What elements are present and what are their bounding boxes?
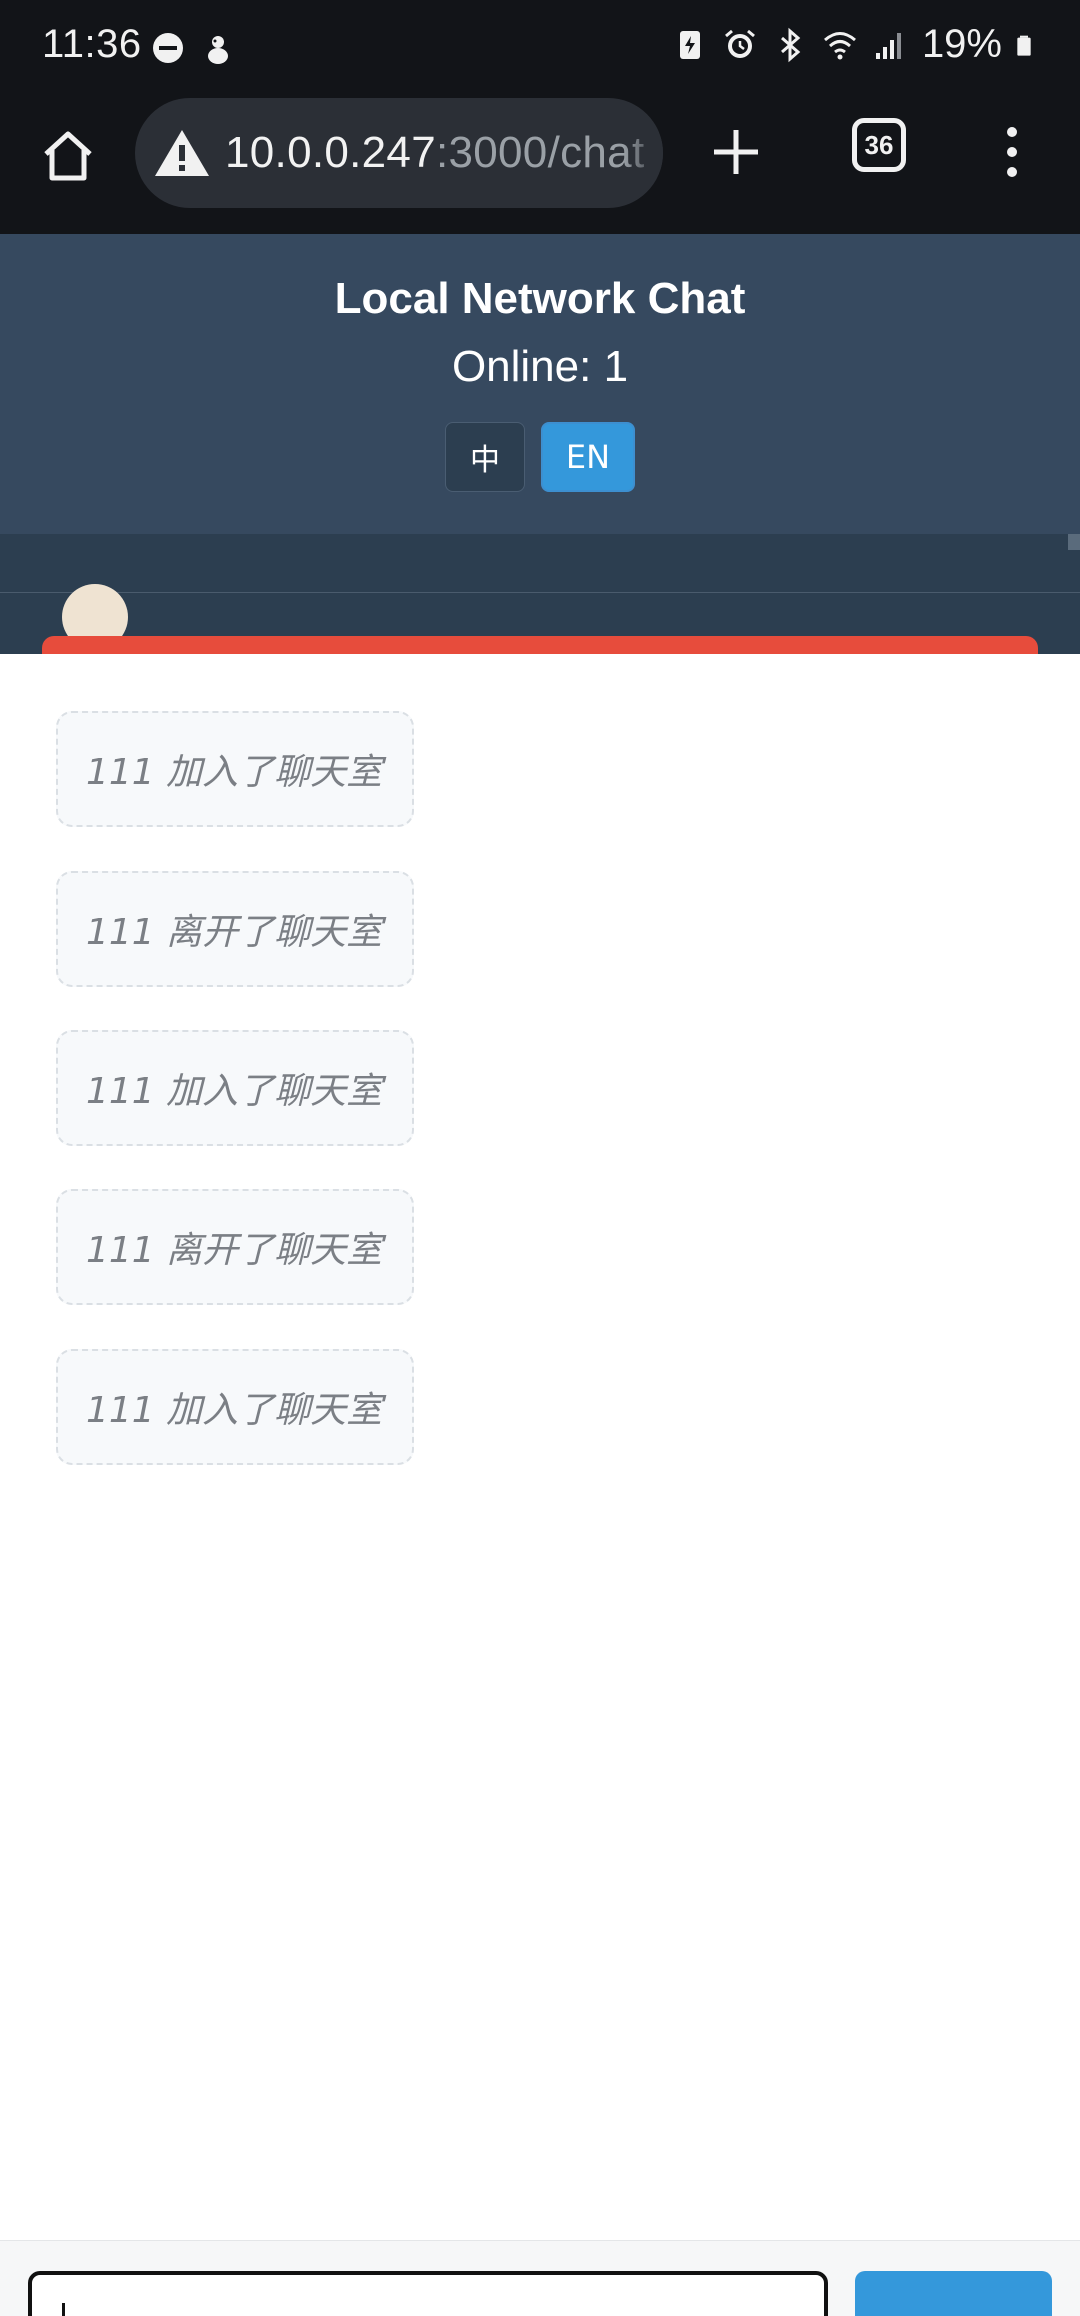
- more-menu-icon[interactable]: [995, 122, 1029, 182]
- app-screen: 11:36 19% 10.0.0.247:3000/chat 36 Local …: [0, 0, 1080, 2316]
- composer: [0, 2240, 1080, 2316]
- tab-switcher-button[interactable]: 36: [852, 118, 906, 172]
- wifi-icon: [823, 31, 856, 59]
- system-message: 111 加入了聊天室: [56, 1030, 414, 1146]
- system-message: 111 离开了聊天室: [56, 1189, 414, 1305]
- browser-toolbar: 10.0.0.247:3000/chat 36: [0, 96, 1080, 234]
- scrollbar[interactable]: [1068, 534, 1080, 550]
- url-text[interactable]: 10.0.0.247:3000/chat: [225, 128, 644, 178]
- page-title: Local Network Chat: [334, 274, 746, 323]
- online-count: 1: [603, 342, 629, 391]
- url-host: 10.0.0.247: [225, 128, 436, 177]
- system-message: 111 加入了聊天室: [56, 1349, 414, 1465]
- cell-signal-icon: [875, 32, 901, 59]
- chat-header: Local Network Chat Online: 1 中 EN: [0, 234, 1080, 534]
- lang-zh-button[interactable]: 中: [445, 422, 525, 492]
- status-left-icons: [150, 30, 236, 66]
- notice-banner: [42, 636, 1038, 654]
- online-label: Online:: [451, 342, 604, 391]
- notification-app-icon: [208, 36, 228, 64]
- home-icon[interactable]: [38, 126, 98, 186]
- battery-percent: 19%: [921, 22, 1002, 66]
- text-caret: [62, 2303, 65, 2316]
- system-message: 111 加入了聊天室: [56, 711, 414, 827]
- address-bar[interactable]: 10.0.0.247:3000/chat: [135, 98, 663, 208]
- online-users-bar: [0, 534, 1080, 654]
- divider: [0, 592, 1080, 593]
- do-not-disturb-icon: [153, 33, 183, 63]
- url-fade: [623, 98, 663, 208]
- send-button[interactable]: [855, 2271, 1052, 2316]
- lang-en-button[interactable]: EN: [541, 422, 635, 492]
- new-tab-plus-icon[interactable]: [706, 122, 766, 182]
- online-status: Online: 1: [0, 342, 1080, 392]
- status-bar: 11:36 19%: [0, 0, 1080, 96]
- url-path: :3000/chat: [435, 128, 645, 177]
- system-message: 111 离开了聊天室: [56, 871, 414, 987]
- battery-icon: [1017, 35, 1031, 56]
- bluetooth-icon: [780, 27, 801, 62]
- status-time: 11:36: [42, 22, 142, 66]
- warning-icon[interactable]: [153, 127, 211, 179]
- status-right-icons: 19%: [672, 22, 1040, 67]
- battery-saver-icon: [679, 30, 700, 59]
- message-input[interactable]: [28, 2271, 828, 2316]
- message-list: 111 加入了聊天室 111 离开了聊天室 111 加入了聊天室 111 离开了…: [0, 654, 1080, 2240]
- alarm-icon: [724, 29, 755, 58]
- language-switcher: 中 EN: [445, 422, 635, 492]
